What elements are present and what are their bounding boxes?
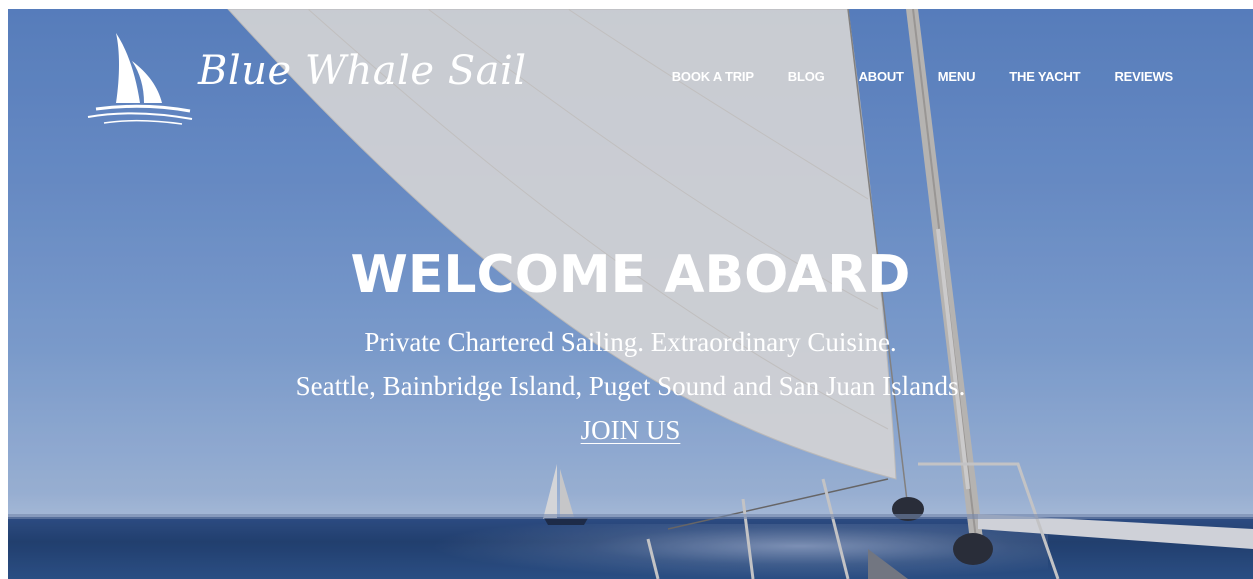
nav-item-menu[interactable]: MENU [938,69,976,84]
hero-tagline-line2: Seattle, Bainbridge Island, Puget Sound … [295,371,966,401]
cta-container: JOIN US [8,415,1253,446]
hero-headline: WELCOME ABOARD [350,245,911,305]
nav-item-about[interactable]: ABOUT [859,69,904,84]
main-nav: BOOK A TRIP BLOG ABOUT MENU THE YACHT RE… [638,69,1173,84]
nav-item-reviews[interactable]: REVIEWS [1114,69,1173,84]
brand-logo-link[interactable]: Blue Whale Sail [86,31,527,125]
join-us-link[interactable]: JOIN US [581,415,681,445]
hero-section: Blue Whale Sail BOOK A TRIP BLOG ABOUT M… [8,9,1253,579]
sailboat-logo-icon [87,33,193,125]
nav-item-book-a-trip[interactable]: BOOK A TRIP [672,69,754,84]
hero-tagline-line1: Private Chartered Sailing. Extraordinary… [364,327,897,357]
nav-item-the-yacht[interactable]: THE YACHT [1009,69,1080,84]
nav-item-blog[interactable]: BLOG [788,69,825,84]
brand-name: Blue Whale Sail [198,48,527,94]
